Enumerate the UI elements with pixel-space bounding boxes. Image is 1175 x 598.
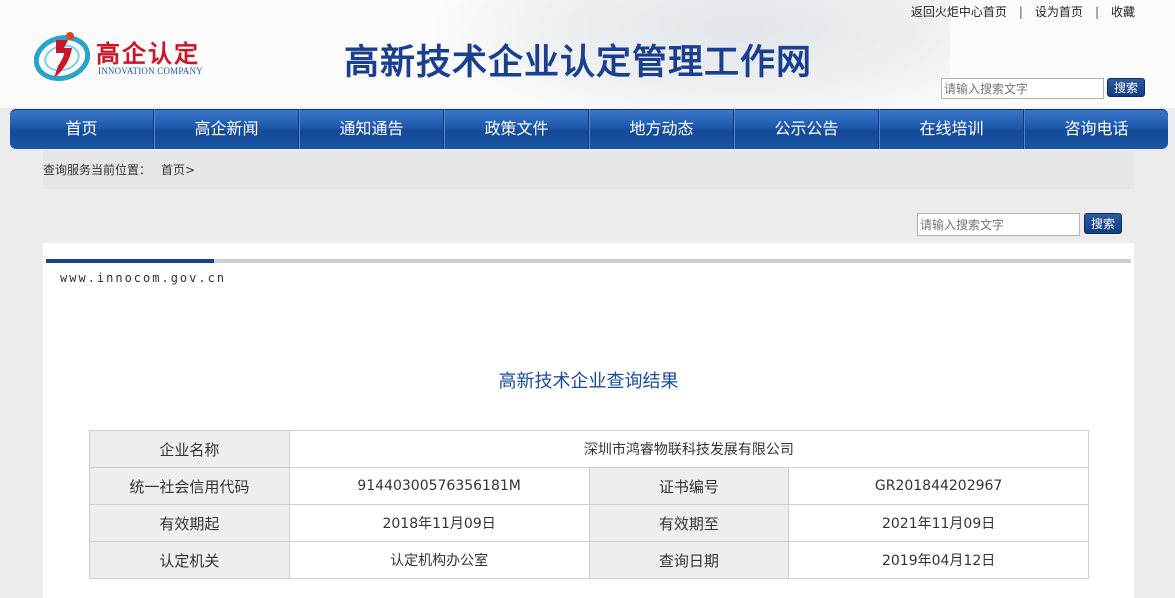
company-name-value: 深圳市鸿睿物联科技发展有限公司	[288, 430, 1090, 468]
authority-value: 认定机构办公室	[288, 541, 590, 579]
company-name-label: 企业名称	[89, 430, 290, 468]
nav-item-home[interactable]: 首页	[10, 109, 154, 149]
nav-item-announcements[interactable]: 公示公告	[734, 109, 879, 149]
valid-from-value: 2018年11月09日	[288, 504, 590, 542]
nav-item-local-news[interactable]: 地方动态	[589, 109, 734, 149]
header-search-input[interactable]	[941, 78, 1104, 99]
set-homepage-link[interactable]: 设为首页	[1023, 3, 1095, 20]
breadcrumb: 查询服务当前位置： 首页>	[43, 151, 1134, 189]
content-tab-active-indicator	[46, 259, 214, 263]
site-logo[interactable]: 高企认定 INNOVATION COMPANY	[34, 26, 234, 86]
valid-from-label: 有效期起	[89, 504, 290, 542]
site-title: 高新技术企业认定管理工作网	[344, 42, 813, 83]
result-title: 高新技术企业查询结果	[498, 371, 679, 392]
logo-name-cn: 高企认定	[96, 39, 200, 68]
result-table: 企业名称 深圳市鸿睿物联科技发展有限公司 统一社会信用代码 9144030057…	[89, 430, 1090, 579]
nav-item-hotline[interactable]: 咨询电话	[1024, 109, 1168, 149]
cert-no-label: 证书编号	[588, 467, 790, 505]
content-search-input[interactable]	[917, 213, 1080, 236]
valid-to-label: 有效期至	[588, 504, 790, 542]
content-tab-bar	[46, 259, 1131, 263]
header-search-button[interactable]: 搜索	[1107, 78, 1145, 97]
table-row: 有效期起 2018年11月09日 有效期至 2021年11月09日	[89, 504, 1089, 542]
logo-name-en: INNOVATION COMPANY	[98, 66, 203, 76]
query-date-label: 查询日期	[588, 541, 790, 579]
authority-label: 认定机关	[89, 541, 290, 579]
table-row: 统一社会信用代码 91440300576356181M 证书编号 GR20184…	[89, 467, 1089, 505]
favorite-link[interactable]: 收藏	[1099, 3, 1147, 20]
nav-item-online-training[interactable]: 在线培训	[879, 109, 1024, 149]
return-home-link[interactable]: 返回火炬中心首页	[899, 3, 1019, 20]
site-url: www.innocom.gov.cn	[60, 271, 227, 285]
nav-item-policies[interactable]: 政策文件	[444, 109, 589, 149]
content-search: 搜索	[917, 213, 1122, 236]
top-links: 返回火炬中心首页 | 设为首页 | 收藏	[899, 3, 1147, 20]
nav-item-news[interactable]: 高企新闻	[154, 109, 299, 149]
table-row: 认定机关 认定机构办公室 查询日期 2019年04月12日	[89, 541, 1089, 579]
breadcrumb-label: 查询服务当前位置：	[43, 163, 152, 177]
header-search: 搜索	[941, 78, 1145, 99]
breadcrumb-home-link[interactable]: 首页>	[161, 163, 195, 177]
valid-to-value: 2021年11月09日	[788, 504, 1089, 542]
cert-no-value: GR201844202967	[788, 467, 1089, 505]
main-nav: 首页 高企新闻 通知通告 政策文件 地方动态 公示公告 在线培训 咨询电话	[10, 109, 1168, 149]
content-panel: www.innocom.gov.cn 高新技术企业查询结果 企业名称 深圳市鸿睿…	[43, 243, 1134, 598]
credit-code-value: 91440300576356181M	[288, 467, 590, 505]
innovation-swirl-logo-icon	[34, 32, 91, 81]
query-date-value: 2019年04月12日	[788, 541, 1089, 579]
site-header: 返回火炬中心首页 | 设为首页 | 收藏 高企认定 INNOVATION COM…	[0, 0, 1175, 108]
content-search-button[interactable]: 搜索	[1084, 213, 1122, 234]
table-row: 企业名称 深圳市鸿睿物联科技发展有限公司	[89, 430, 1090, 468]
nav-item-notices[interactable]: 通知通告	[299, 109, 444, 149]
credit-code-label: 统一社会信用代码	[89, 467, 290, 505]
